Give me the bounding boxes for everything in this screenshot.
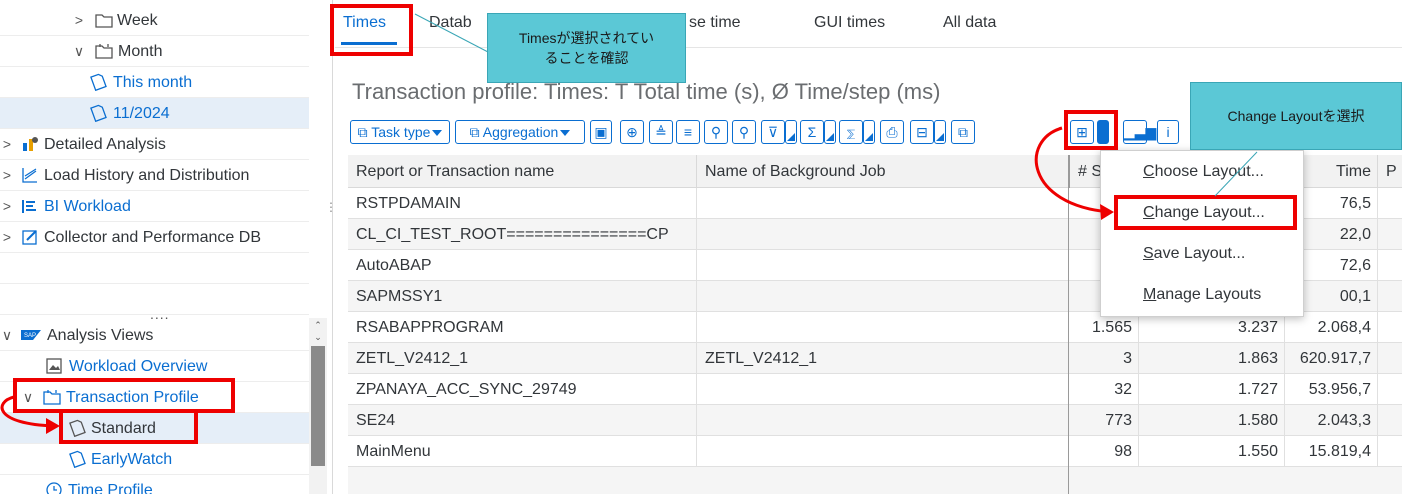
arrowhead-icon [1100, 204, 1114, 220]
callout-connector [414, 13, 489, 53]
screen: > Week ∨ Month This month 11/2024 > Deta… [0, 0, 1402, 494]
arrowhead-icon [46, 418, 60, 434]
annotation-overlay [0, 13, 1258, 434]
callout-connector [1214, 151, 1258, 197]
arrow-to-change-layout [1034, 126, 1111, 214]
